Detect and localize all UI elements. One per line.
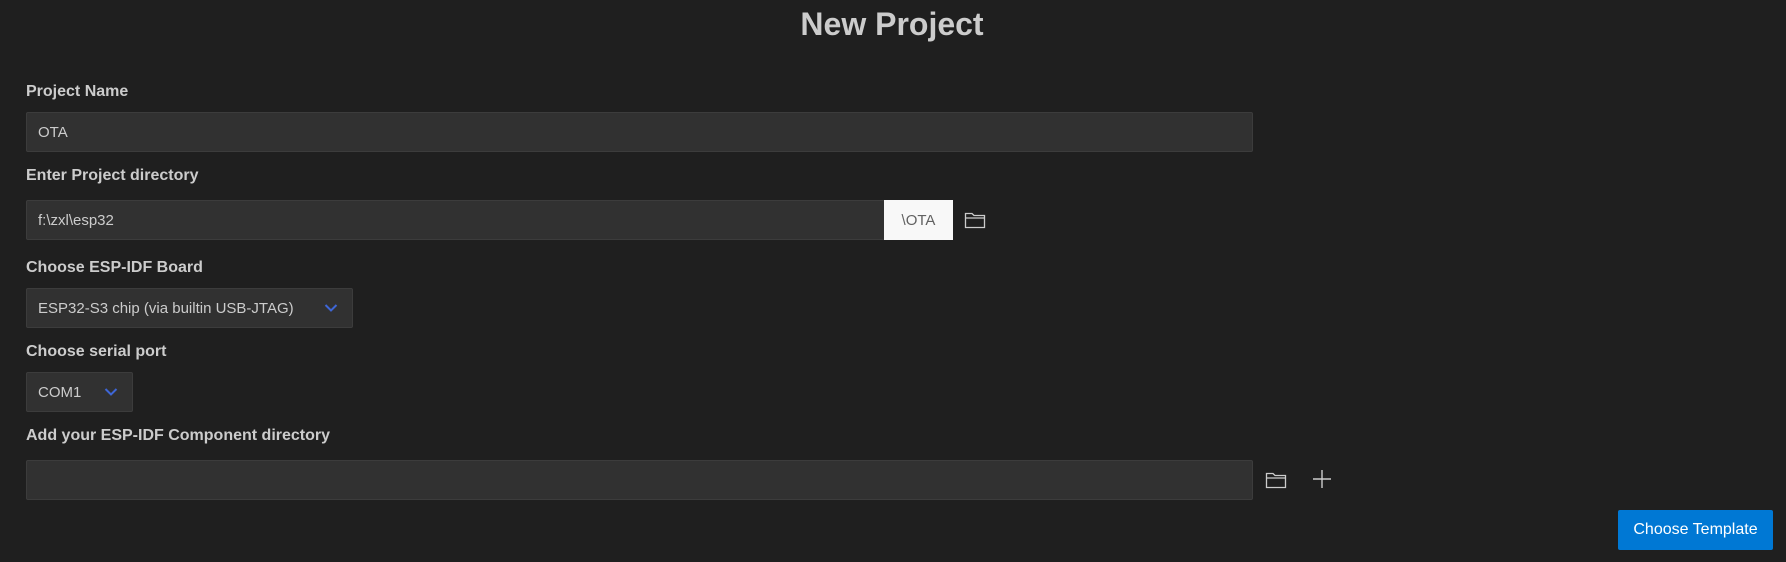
new-project-page: New Project Project Name Enter Project d… bbox=[0, 0, 1786, 562]
project-directory-label: Enter Project directory bbox=[26, 167, 199, 184]
project-directory-browse-button[interactable] bbox=[961, 206, 989, 234]
board-label: Choose ESP-IDF Board bbox=[26, 259, 203, 276]
board-selected-value: ESP32-S3 chip (via builtin USB-JTAG) bbox=[38, 299, 294, 317]
serial-port-selected-value: COM1 bbox=[38, 383, 82, 401]
add-component-directory-button[interactable] bbox=[1308, 465, 1336, 493]
serial-port-label: Choose serial port bbox=[26, 343, 167, 360]
plus-icon bbox=[1313, 470, 1331, 488]
chevron-down-icon bbox=[324, 304, 338, 312]
project-name-label: Project Name bbox=[26, 83, 129, 100]
folder-icon bbox=[964, 212, 986, 229]
page-title: New Project bbox=[800, 6, 984, 42]
chevron-down-icon bbox=[104, 388, 118, 396]
component-directory-browse-button[interactable] bbox=[1262, 466, 1290, 494]
project-directory-input[interactable] bbox=[26, 200, 885, 240]
component-directory-label: Add your ESP-IDF Component directory bbox=[26, 427, 331, 444]
choose-template-button[interactable]: Choose Template bbox=[1618, 510, 1773, 550]
folder-icon bbox=[1265, 472, 1287, 489]
project-directory-suffix: \OTA bbox=[884, 200, 953, 240]
project-name-input[interactable] bbox=[26, 112, 1253, 152]
board-select[interactable]: ESP32-S3 chip (via builtin USB-JTAG) bbox=[26, 288, 353, 328]
component-directory-input[interactable] bbox=[26, 460, 1253, 500]
serial-port-select[interactable]: COM1 bbox=[26, 372, 133, 412]
